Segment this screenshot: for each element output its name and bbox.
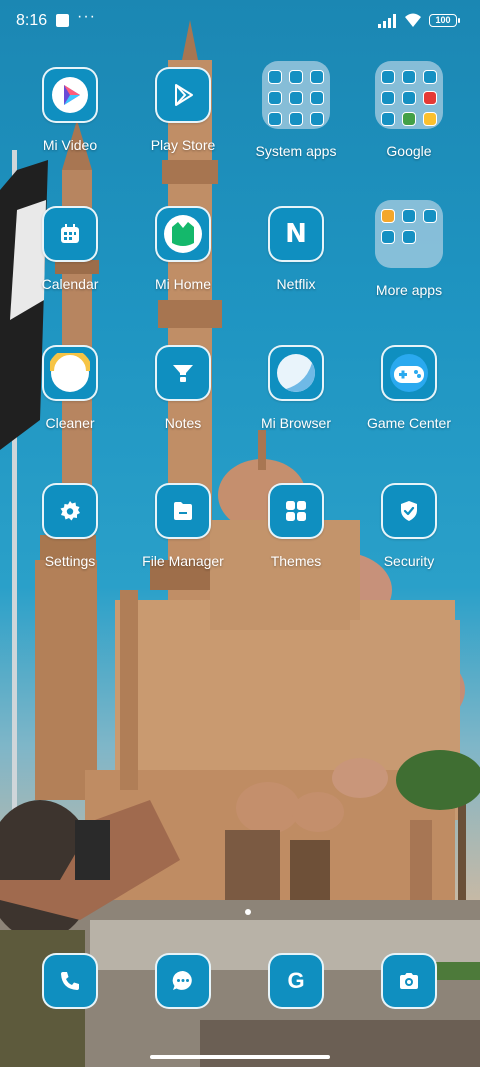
notes-icon <box>155 345 211 401</box>
browser-icon <box>268 345 324 401</box>
app-label: Themes <box>270 553 322 569</box>
gear-icon <box>42 483 98 539</box>
app-mi-browser[interactable]: Mi Browser <box>240 345 352 431</box>
app-label: Mi Browser <box>260 415 331 431</box>
app-label: Netflix <box>276 276 316 292</box>
phone-icon <box>42 953 98 1009</box>
dock-messages[interactable] <box>155 953 211 1009</box>
play-icon <box>42 67 98 123</box>
app-label: System apps <box>255 143 337 159</box>
signal-icon <box>378 14 396 28</box>
status-bar: 8:16 ··· 100 <box>0 0 480 44</box>
more-notifications-icon: ··· <box>77 8 96 25</box>
grid-icon <box>268 483 324 539</box>
app-cleaner[interactable]: Cleaner <box>14 345 126 431</box>
dock-phone[interactable] <box>42 953 98 1009</box>
app-game-center[interactable]: Game Center <box>353 345 465 431</box>
home-gesture-bar[interactable] <box>150 1055 330 1059</box>
app-play-store[interactable]: Play Store <box>127 67 239 153</box>
app-settings[interactable]: Settings <box>14 483 126 569</box>
app-themes[interactable]: Themes <box>240 483 352 569</box>
dock-camera[interactable] <box>381 953 437 1009</box>
app-label: Settings <box>44 553 96 569</box>
app-label: Mi Home <box>154 276 211 292</box>
app-mi-home[interactable]: Mi Home <box>127 206 239 292</box>
app-mi-video[interactable]: Mi Video <box>14 67 126 153</box>
folder-icon <box>262 61 330 129</box>
app-label: Security <box>383 553 435 569</box>
cleaner-icon <box>42 345 98 401</box>
page-indicator <box>245 909 251 915</box>
status-time: 8:16 <box>16 12 48 29</box>
calendar-icon <box>42 206 98 262</box>
app-label: Calendar <box>41 276 99 292</box>
netflix-icon: N <box>268 206 324 262</box>
app-label: Google <box>386 143 432 159</box>
folder-more-apps[interactable]: More apps <box>353 200 465 298</box>
battery-icon: 100 <box>429 14 460 27</box>
dock-google[interactable]: G <box>268 953 324 1009</box>
app-label: Play Store <box>150 137 216 153</box>
wifi-icon <box>405 13 421 27</box>
google-icon: G <box>268 953 324 1009</box>
home-icon <box>155 206 211 262</box>
gamepad-icon <box>381 345 437 401</box>
app-security[interactable]: Security <box>353 483 465 569</box>
app-netflix[interactable]: N Netflix <box>240 206 352 292</box>
folder-icon <box>375 61 443 129</box>
app-label: File Manager <box>142 553 224 569</box>
chat-icon <box>155 953 211 1009</box>
play-store-icon <box>155 67 211 123</box>
folder-system-apps[interactable]: System apps <box>240 61 352 159</box>
app-file-manager[interactable]: File Manager <box>127 483 239 569</box>
folder-google[interactable]: Google <box>353 61 465 159</box>
notification-icon <box>56 14 69 27</box>
folder-icon <box>375 200 443 268</box>
app-label: Cleaner <box>45 415 95 431</box>
camera-icon <box>381 953 437 1009</box>
app-label: Notes <box>164 415 202 431</box>
app-label: Mi Video <box>42 137 98 153</box>
file-icon <box>155 483 211 539</box>
app-label: More apps <box>375 282 443 298</box>
shield-icon <box>381 483 437 539</box>
app-label: Game Center <box>366 415 452 431</box>
app-calendar[interactable]: Calendar <box>14 206 126 292</box>
app-notes[interactable]: Notes <box>127 345 239 431</box>
